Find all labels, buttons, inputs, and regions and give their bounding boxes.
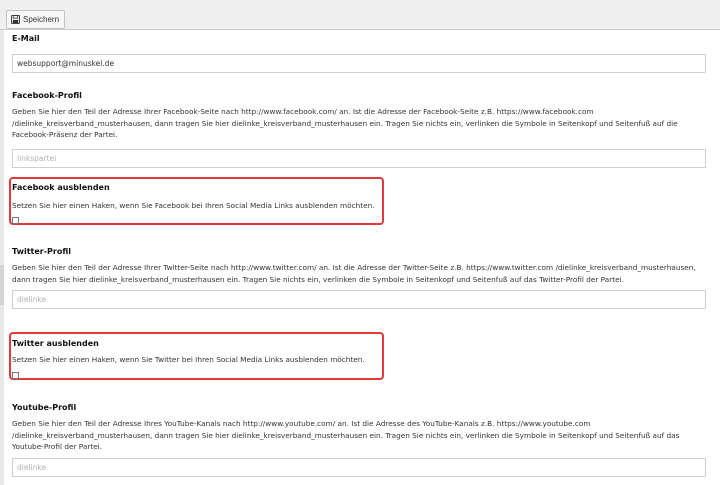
facebook-profile-description: Geben Sie hier den Teil der Adresse Ihre…	[12, 107, 678, 139]
youtube-profile-input[interactable]	[12, 457, 706, 477]
facebook-profile-input[interactable]	[12, 148, 706, 168]
twitter-profile-label: Twitter-Profil	[12, 247, 72, 256]
facebook-hide-label: Facebook ausblenden	[12, 183, 110, 192]
facebook-profile-label: Facebook-Profil	[12, 91, 82, 100]
twitter-hide-description: Setzen Sie hier einen Haken, wenn Sie Tw…	[12, 355, 365, 364]
twitter-profile-description: Geben Sie hier den Teil der Adresse Ihre…	[12, 263, 696, 284]
youtube-profile-label: Youtube-Profil	[12, 403, 77, 412]
email-input[interactable]	[12, 54, 706, 73]
twitter-profile-input[interactable]	[12, 290, 706, 309]
save-button-label: Speichern	[23, 15, 60, 24]
toolbar: Speichern	[0, 0, 720, 30]
twitter-hide-label: Twitter ausblenden	[12, 339, 99, 348]
facebook-hide-group: Facebook ausblenden Setzen Sie hier eine…	[12, 183, 712, 224]
facebook-hide-checkbox[interactable]	[12, 216, 19, 224]
twitter-hide-checkbox[interactable]	[12, 371, 19, 379]
email-field-group: E-Mail	[12, 34, 712, 73]
youtube-profile-description: Geben Sie hier den Teil der Adresse Ihre…	[12, 419, 680, 451]
facebook-hide-description: Setzen Sie hier einen Haken, wenn Sie Fa…	[12, 201, 375, 210]
facebook-profile-group: Facebook-Profil Geben Sie hier den Teil …	[12, 91, 712, 168]
floppy-disk-icon	[11, 15, 20, 24]
twitter-hide-group: Twitter ausblenden Setzen Sie hier einen…	[12, 339, 712, 379]
email-label: E-Mail	[12, 34, 40, 43]
twitter-profile-group: Twitter-Profil Geben Sie hier den Teil d…	[12, 247, 712, 309]
form-content: E-Mail Facebook-Profil Geben Sie hier de…	[0, 30, 720, 485]
save-button[interactable]: Speichern	[6, 10, 66, 29]
youtube-profile-group: Youtube-Profil Geben Sie hier den Teil d…	[12, 403, 712, 477]
